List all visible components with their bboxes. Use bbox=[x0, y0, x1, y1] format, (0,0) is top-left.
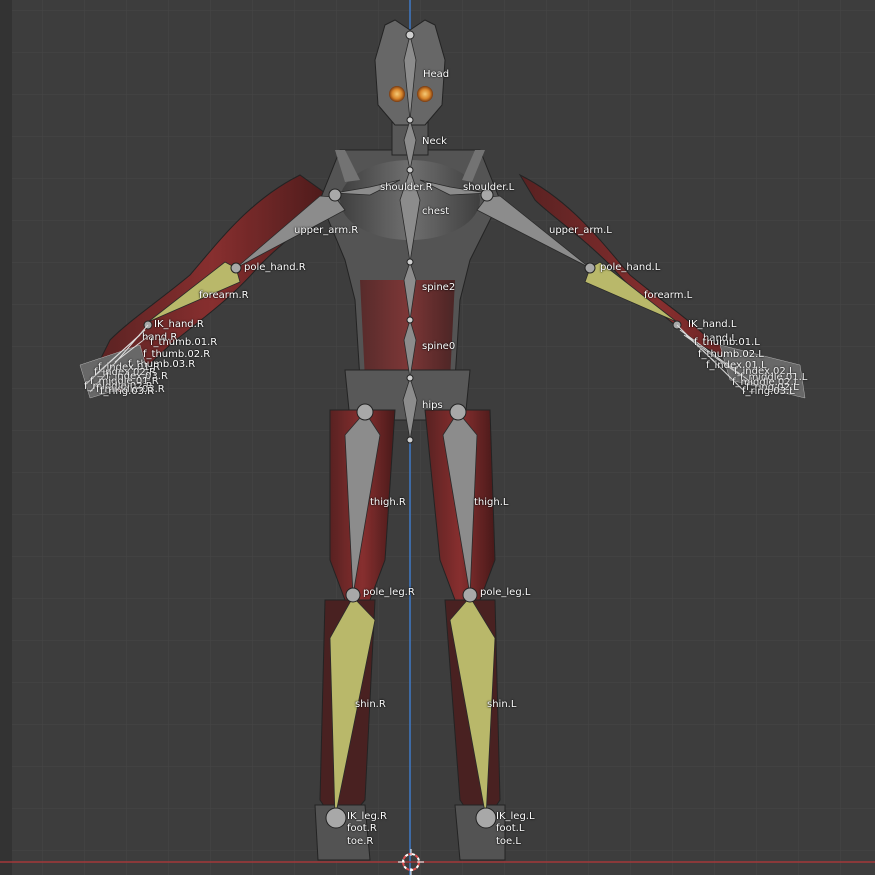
label-finger-l-5: f_ring.03.L bbox=[742, 386, 795, 397]
joint-hips[interactable] bbox=[406, 374, 414, 382]
viewport-left-border bbox=[0, 0, 12, 875]
joint-pole-leg-l[interactable] bbox=[462, 587, 478, 603]
joint-spine2[interactable] bbox=[406, 258, 414, 266]
joint-ik-leg-l[interactable] bbox=[475, 807, 497, 829]
joint-thigh-l[interactable] bbox=[449, 403, 467, 421]
joint-pole-hand-l[interactable] bbox=[584, 262, 596, 274]
joint-ik-leg-r[interactable] bbox=[325, 807, 347, 829]
label-finger-r-6: f_ring.03.R bbox=[100, 386, 155, 397]
joint-thigh-r[interactable] bbox=[356, 403, 374, 421]
3d-viewport[interactable]: Head Neck shoulder.R shoulder.L chest up… bbox=[0, 0, 875, 875]
joint-hips-tail[interactable] bbox=[406, 436, 414, 444]
joint-pole-leg-r[interactable] bbox=[345, 587, 361, 603]
joint-shoulder-l[interactable] bbox=[480, 188, 494, 202]
joint-head-tip[interactable] bbox=[405, 30, 415, 40]
joint-pole-hand-r[interactable] bbox=[230, 262, 242, 274]
joint-neck[interactable] bbox=[406, 116, 414, 124]
joint-spine0[interactable] bbox=[406, 316, 414, 324]
joint-shoulder-r[interactable] bbox=[328, 188, 342, 202]
viewport-scene[interactable] bbox=[0, 0, 875, 875]
joint-chest[interactable] bbox=[406, 166, 414, 174]
